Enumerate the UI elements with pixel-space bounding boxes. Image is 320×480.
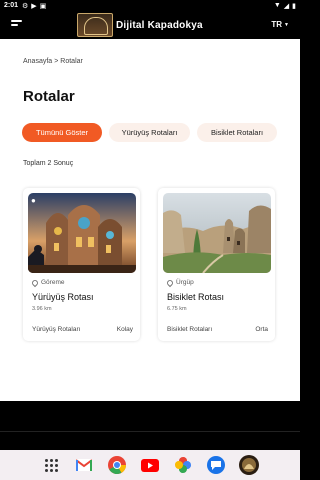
filter-all-button[interactable]: Tümünü Göster [22,123,102,142]
language-selector[interactable]: TR ▼ [271,20,289,29]
route-image [163,193,271,273]
logo-emblem-icon [77,13,113,37]
card-category: Yürüyüş Rotaları [32,326,81,333]
route-card[interactable]: ● Göreme Yürüyüş Rotası 3.96 km Yürüyüş … [23,188,140,341]
card-difficulty: Orta [255,326,268,333]
result-count: Toplam 2 Sonuç [23,160,74,167]
location-pin-icon [165,278,175,287]
app-drawer-icon[interactable] [40,454,62,476]
card-location: Göreme [30,278,65,287]
menu-icon[interactable] [11,20,22,30]
card-location-label: Ürgüp [176,279,194,286]
breadcrumb: Anasayfa > Rotalar [23,58,83,65]
wifi-icon: ▼ [273,2,281,9]
card-distance: 6.75 km [167,306,187,312]
photos-icon[interactable] [172,454,194,476]
logo-text: Dijital Kapadokya [116,19,203,31]
breadcrumb-home[interactable]: Anasayfa [23,58,52,65]
card-footer: Bisiklet Rotaları Orta [167,326,268,333]
card-footer: Yürüyüş Rotaları Kolay [32,326,133,333]
breadcrumb-current: Rotalar [60,58,83,65]
notification-icons: ⚙ ▶ ▣ [22,2,46,10]
filter-tabs: Tümünü Göster Yürüyüş Rotaları Bisiklet … [22,123,277,142]
breadcrumb-separator: > [54,58,59,65]
location-pin-icon [30,278,40,287]
route-card[interactable]: Ürgüp Bisiklet Rotası 6.75 km Bisiklet R… [158,188,275,341]
card-location: Ürgüp [165,278,194,287]
language-label: TR [271,20,283,29]
messages-icon[interactable] [205,454,227,476]
page-footer [0,401,300,450]
logo[interactable]: Dijital Kapadokya [77,13,203,37]
signal-icon: ◢ [283,2,290,10]
app-header: Dijital Kapadokya TR ▼ [0,11,300,39]
route-image: ● [28,193,136,273]
card-category: Bisiklet Rotaları [167,326,213,333]
kapadokya-app-icon[interactable] [238,454,260,476]
youtube-icon[interactable] [139,454,161,476]
card-location-label: Göreme [41,279,65,286]
chrome-icon[interactable] [106,454,128,476]
map-pin-icon: ● [31,196,36,205]
shield-notification-icon: ▣ [39,2,47,10]
app-dock [0,450,300,480]
filter-bicycle-button[interactable]: Bisiklet Rotaları [197,123,277,142]
filter-walking-button[interactable]: Yürüyüş Rotaları [109,123,190,142]
status-bar: 2:01 ⚙ ▶ ▣ ▼ ◢ ▮ [0,0,300,11]
play-notification-icon: ▶ [31,2,37,10]
card-difficulty: Kolay [116,326,133,333]
card-title: Bisiklet Rotası [167,292,225,302]
page-title: Rotalar [23,88,75,105]
status-time: 2:01 [4,2,19,9]
card-title: Yürüyüş Rotası [32,292,94,302]
battery-icon: ▮ [292,2,296,10]
gmail-icon[interactable] [73,454,95,476]
chevron-down-icon: ▼ [284,21,289,28]
main-content: Anasayfa > Rotalar Rotalar Tümünü Göster… [0,39,300,401]
card-distance: 3.96 km [32,306,52,312]
settings-notification-icon: ⚙ [22,2,29,10]
system-icons: ▼ ◢ ▮ [274,2,296,10]
